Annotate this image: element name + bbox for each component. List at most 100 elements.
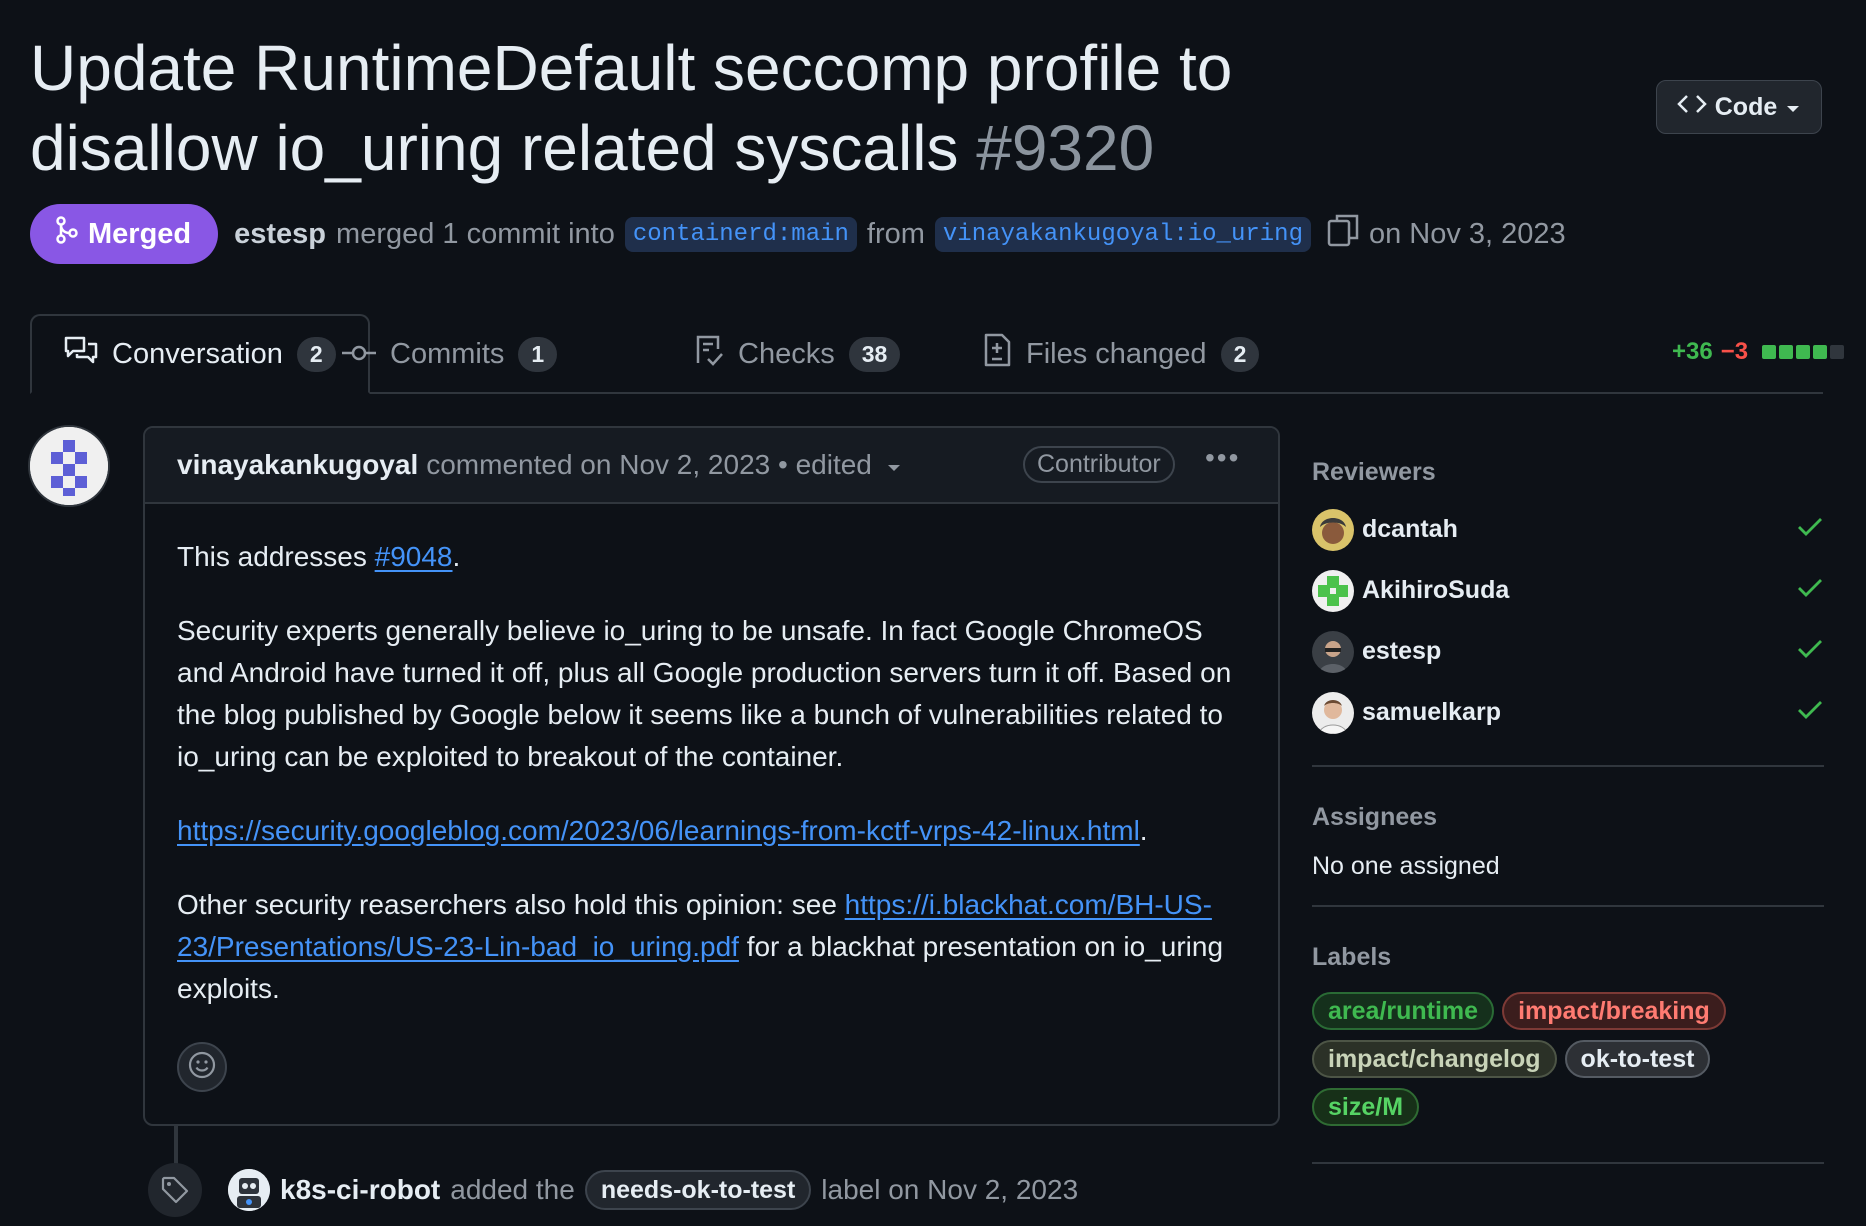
diffstat-additions: +36 (1672, 338, 1713, 365)
avatar (1312, 630, 1354, 673)
tab-counter: 2 (1220, 336, 1260, 372)
reviewers-list: dcantah AkihiroSuda estesp samuelkarp (1312, 499, 1824, 743)
timeline-event: k8s-ci-robot added the needs-ok-to-test … (148, 1162, 1078, 1218)
reviewer-item[interactable]: dcantah (1312, 499, 1824, 560)
avatar[interactable] (228, 1169, 270, 1211)
label-ok-to-test[interactable]: ok-to-test (1564, 1040, 1711, 1078)
comment-header: vinayakankugoyal commented on Nov 2, 202… (145, 428, 1278, 504)
diffstat-block (1779, 345, 1794, 359)
check-icon (1796, 576, 1824, 607)
reviewer-item[interactable]: estesp (1312, 621, 1824, 682)
divider (1312, 765, 1824, 767)
check-icon (1796, 698, 1824, 729)
labels-heading[interactable]: Labels (1312, 943, 1824, 972)
reviewer-item[interactable]: samuelkarp (1312, 682, 1824, 743)
pr-title: Update RuntimeDefault seccomp profile to… (30, 28, 1470, 188)
diffstat: +36 −3 (1672, 338, 1845, 366)
comment-discussion-icon (64, 335, 98, 373)
avatar (1312, 691, 1354, 734)
from-text: from (866, 217, 925, 250)
merger-username[interactable]: estesp (234, 218, 326, 251)
kebab-horizontal-icon[interactable]: ••• (1205, 442, 1240, 474)
label-area-runtime[interactable]: area/runtime (1312, 992, 1495, 1030)
diffstat-block (1796, 345, 1811, 359)
reviewer-name: AkihiroSuda (1362, 576, 1510, 604)
assignees-heading[interactable]: Assignees (1312, 803, 1824, 832)
comment-body: This addresses #9048. Security experts g… (145, 504, 1278, 1010)
event-suffix: label on Nov 2, 2023 (821, 1174, 1079, 1205)
code-icon (1676, 92, 1707, 123)
git-commit-icon (342, 338, 376, 371)
tab-files-changed[interactable]: Files changed 2 (982, 314, 1260, 394)
copy-icon[interactable] (1327, 213, 1359, 255)
comment-paragraph: Other security reaserchers also hold thi… (177, 884, 1246, 1010)
comment-author[interactable]: vinayakankugoyal (177, 449, 418, 481)
tab-counter: 2 (296, 336, 336, 372)
label-impact-breaking[interactable]: impact/breaking (1502, 992, 1726, 1030)
comment-paragraph: This addresses #9048. (177, 536, 1246, 578)
tab-conversation[interactable]: Conversation 2 (30, 314, 370, 394)
merged-status-label: Merged (88, 217, 192, 250)
label-pill[interactable]: needs-ok-to-test (584, 1170, 812, 1210)
reviewer-name: samuelkarp (1362, 698, 1501, 726)
blog-link[interactable]: https://security.googleblog.com/2023/06/… (177, 815, 1140, 846)
tab-counter: 1 (518, 336, 558, 372)
tab-label: Conversation (112, 337, 283, 370)
caret-down-icon (1785, 93, 1801, 122)
comment-paragraph: https://security.googleblog.com/2023/06/… (177, 810, 1246, 852)
reviewer-name: dcantah (1362, 515, 1458, 543)
text: . (1139, 815, 1148, 846)
contributor-badge: Contributor (1023, 446, 1175, 483)
edited-dropdown-icon[interactable] (886, 449, 902, 481)
merge-date: on Nov 3, 2023 (1368, 217, 1566, 250)
code-button-label: Code (1714, 92, 1778, 121)
event-actor[interactable]: k8s-ci-robot (280, 1174, 440, 1206)
reviewer-name: estesp (1362, 637, 1442, 665)
check-icon (1796, 515, 1824, 546)
tab-label: Commits (390, 337, 505, 370)
code-button[interactable]: Code (1656, 80, 1822, 134)
tab-commits[interactable]: Commits 1 (342, 314, 558, 394)
label-impact-changelog[interactable]: impact/changelog (1312, 1040, 1557, 1078)
divider (1312, 1162, 1824, 1164)
assignees-value: No one assigned (1312, 852, 1500, 880)
timeline-line (174, 1126, 178, 1166)
avatar (1312, 569, 1354, 612)
reviewer-item[interactable]: AkihiroSuda (1312, 560, 1824, 621)
tab-checks[interactable]: Checks 38 (694, 314, 901, 394)
diffstat-block (1762, 345, 1777, 359)
event-action: added the (450, 1174, 575, 1205)
text: This addresses (177, 541, 375, 572)
comment-box: vinayakankugoyal commented on Nov 2, 202… (143, 426, 1280, 1126)
sidebar: Reviewers dcantah AkihiroSuda estesp sam… (1312, 458, 1824, 1186)
diffstat-block (1830, 345, 1845, 359)
tab-counter: 38 (848, 336, 901, 372)
labels-list: area/runtime impact/breaking impact/chan… (1312, 992, 1824, 1126)
head-branch[interactable]: vinayakankugoyal:io_uring (934, 216, 1311, 252)
tab-label: Checks (738, 337, 835, 370)
reviewers-heading[interactable]: Reviewers (1312, 458, 1824, 487)
pr-number: #9320 (976, 112, 1155, 184)
checklist-icon (694, 333, 724, 375)
tag-icon (148, 1163, 202, 1217)
avatar[interactable] (28, 425, 110, 507)
issue-link[interactable]: #9048 (375, 541, 453, 572)
add-reaction-button[interactable] (177, 1042, 227, 1092)
smiley-icon (187, 1050, 217, 1085)
avatar (1312, 508, 1354, 551)
pr-tabs: Conversation 2 Commits 1 Checks 38 Files… (30, 314, 1845, 394)
check-icon (1796, 637, 1824, 668)
text: Other security reaserchers also hold thi… (177, 889, 845, 920)
comment-meta[interactable]: commented on Nov 2, 2023 • edited (426, 449, 872, 481)
label-size-m[interactable]: size/M (1312, 1088, 1420, 1126)
pr-meta: Merged estesp merged 1 commit into conta… (30, 204, 1566, 264)
diffstat-blocks (1762, 345, 1845, 359)
base-branch[interactable]: containerd:main (624, 216, 857, 252)
text: . (452, 541, 461, 572)
diffstat-deletions: −3 (1720, 338, 1749, 365)
comment-paragraph: Security experts generally believe io_ur… (177, 615, 1232, 772)
divider (1312, 905, 1824, 907)
file-diff-icon (982, 333, 1012, 375)
git-merge-icon (56, 216, 78, 252)
merged-status-badge: Merged (30, 204, 219, 264)
